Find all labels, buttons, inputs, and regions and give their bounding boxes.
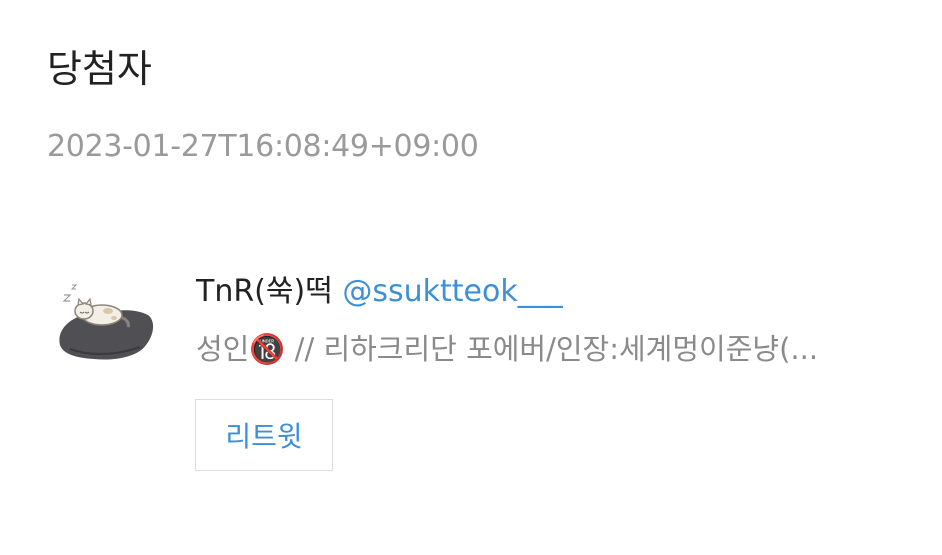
avatar[interactable] — [50, 277, 158, 367]
retweet-button[interactable]: 리트윗 — [195, 399, 333, 471]
page-title: 당첨자 — [47, 47, 152, 91]
winner-page: 당첨자 2023-01-27T16:08:49+09:00 TnR(쑥)떡 @s… — [0, 0, 942, 555]
winner-bio: 성인🔞 // 리하크리단 포에버/인장:세계멍이준냥(... — [196, 332, 819, 366]
draw-timestamp: 2023-01-27T16:08:49+09:00 — [47, 129, 479, 164]
winner-display-name: TnR(쑥)떡 — [196, 274, 333, 309]
winner-name-row: TnR(쑥)떡 @ssuktteok___ — [196, 272, 563, 312]
sleeping-cat-avatar-icon — [59, 284, 154, 360]
winner-handle-link[interactable]: @ssuktteok___ — [342, 274, 562, 309]
winner-card: TnR(쑥)떡 @ssuktteok___ 성인🔞 // 리하크리단 포에버/인… — [50, 262, 910, 492]
